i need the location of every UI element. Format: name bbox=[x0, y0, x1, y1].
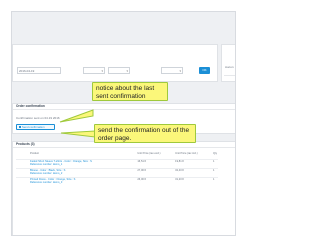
send-callout: send the confirmation out of the order p… bbox=[94, 124, 196, 143]
notice-callout: notice about the last sent confirmation bbox=[92, 82, 168, 101]
notice-arrow bbox=[59, 109, 94, 123]
send-arrow bbox=[60, 130, 96, 138]
